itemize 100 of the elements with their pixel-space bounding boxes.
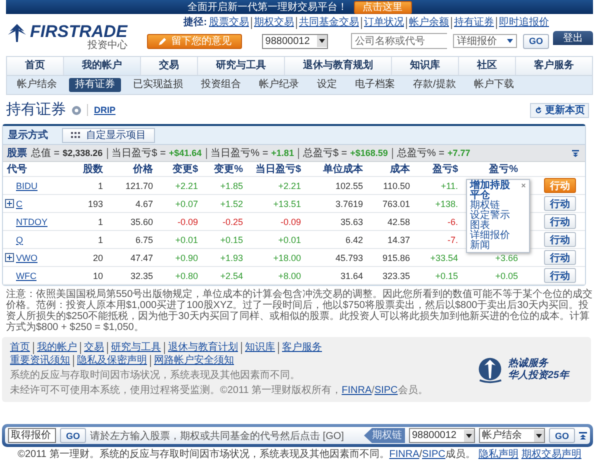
sipc-link[interactable]: SIPC [374, 385, 398, 396]
action-button[interactable]: 行动 [544, 250, 576, 265]
menu-item[interactable]: 新闻 [470, 241, 526, 251]
shortcut-link[interactable]: 订单状况 [361, 17, 404, 29]
badge-text: 热诚服务 [508, 358, 550, 370]
view-select[interactable]: 帐户结余 [478, 428, 545, 443]
expand-icon[interactable] [5, 253, 14, 262]
member-text: 成员。 [445, 449, 476, 460]
sub-nav-tab[interactable]: 帐户纪录 [253, 78, 305, 92]
footer-link[interactable]: 退休与教育计划 [164, 342, 238, 354]
menu-item[interactable]: 期权链 [470, 201, 526, 211]
menu-item[interactable]: 平仓 [470, 191, 526, 201]
symbol-link[interactable]: WFC [16, 270, 36, 280]
table-cell-text: 102.55 [334, 180, 363, 190]
account-select[interactable]: 98800012 [262, 34, 328, 48]
sub-nav-tab[interactable]: 电子档案 [349, 78, 401, 92]
legal-link[interactable]: 期权交易声明 [521, 449, 582, 460]
refresh-button[interactable]: 更新本页 [530, 102, 589, 118]
banner-text: 全面开启新一代第一理财交易平台！ [188, 0, 348, 14]
sub-nav-tab[interactable]: 已实现益损 [127, 78, 189, 92]
quote-type-select[interactable]: 详细报价 [452, 34, 517, 48]
symbol-link[interactable]: Q [16, 234, 24, 244]
customize-columns-button[interactable]: 自定显示项目 [62, 128, 155, 142]
collapse-icon[interactable] [572, 150, 579, 156]
column-header: 价格 [132, 162, 153, 176]
footer-link[interactable]: 首页 [10, 342, 30, 354]
footer-link[interactable]: 隐私及保密声明 [73, 355, 147, 367]
table-cell-text: -7. [446, 234, 458, 244]
table-cell-text: +1.52 [219, 198, 243, 208]
go-button[interactable]: GO [548, 428, 575, 443]
expand-up-icon[interactable] [579, 432, 587, 440]
account-select[interactable]: 98800012 [408, 428, 475, 443]
go-button[interactable]: GO [522, 34, 549, 48]
table-cell-text: 3.7619 [334, 198, 363, 208]
action-button[interactable]: 行动 [544, 214, 576, 229]
table-cell-text: 10 [92, 270, 103, 280]
symbol-link[interactable]: C [16, 198, 22, 208]
menu-item[interactable]: 增加持股 [470, 181, 526, 191]
quote-search-field[interactable]: 公司名称或代号 [350, 33, 447, 49]
menu-item[interactable]: 设定警示 [470, 211, 526, 221]
symbol-link[interactable]: BIDU [16, 180, 38, 190]
finra-link[interactable]: FINRA [342, 385, 372, 396]
menu-item[interactable]: 图表 [470, 221, 526, 231]
table-cell-text: +11. [440, 180, 458, 190]
table-cell-text: -0.09 [279, 216, 301, 226]
table-cell-text: 915.86 [381, 252, 410, 262]
table-cell-text: +18.00 [272, 252, 301, 262]
column-header: 变更$ [171, 162, 198, 176]
footer-link[interactable]: 交易 [80, 342, 104, 354]
expand-icon[interactable] [5, 199, 14, 208]
dropdown-caret-icon [534, 430, 544, 442]
table-cell-text: 47.47 [129, 252, 153, 262]
table-cell-text: +2.21 [277, 180, 301, 190]
table-cell-text: -0.09 [176, 216, 198, 226]
menu-item[interactable]: 详细报价 [470, 231, 526, 241]
shortcut-link[interactable]: 帐户余额 [406, 17, 449, 29]
grid-icon [71, 132, 80, 138]
column-header: 盈亏$ [431, 162, 458, 176]
sub-nav-tab[interactable]: 帐户下载 [468, 78, 520, 92]
display-mode-label: 显示方式 [8, 128, 48, 142]
sub-nav-tab[interactable]: 存款/提款 [407, 78, 462, 92]
quote-input-field[interactable]: 取得报价 [8, 428, 56, 443]
action-button[interactable]: 行动 [544, 268, 576, 283]
table-cell-text: 32.35 [129, 270, 153, 280]
footer-link[interactable]: 我的帐户 [33, 342, 77, 354]
sub-nav-tab[interactable]: 投资组合 [195, 78, 247, 92]
action-button[interactable]: 行动 [544, 196, 576, 211]
action-button[interactable]: 行动 [544, 232, 576, 247]
logout-button[interactable]: 登出 [553, 31, 593, 45]
finra-link[interactable]: FINRA [389, 449, 420, 460]
nav-tab[interactable]: 我的帐户 [64, 57, 141, 75]
sub-nav-tab[interactable]: 设定 [311, 78, 343, 92]
symbol-link[interactable]: VWO [16, 252, 38, 262]
footer-link[interactable]: 研究与工具 [107, 342, 161, 354]
sipc-link[interactable]: SIPC [422, 449, 446, 460]
shortcut-link[interactable]: 共同基金交易 [296, 17, 359, 29]
table-cell-text: +2.21 [174, 180, 198, 190]
legal-link[interactable]: 隐私声明 [478, 449, 518, 460]
go-button[interactable]: GO [60, 428, 86, 443]
dropdown-caret-icon [317, 35, 328, 47]
nav-tab[interactable]: 客户服务 [516, 57, 592, 75]
footer-link[interactable]: 重要资讯须知 [10, 355, 70, 367]
drip-link[interactable]: DRIP [94, 105, 116, 115]
sub-nav-tab[interactable]: 帐户结余 [11, 78, 63, 92]
footer-link[interactable]: 知识库 [241, 342, 275, 354]
sub-nav-tab[interactable]: 持有证券 [69, 78, 121, 92]
help-icon[interactable] [72, 106, 81, 114]
shortcut-link[interactable]: 股票交易 [209, 17, 249, 29]
option-chain-label: 期权链 [364, 428, 405, 443]
shortcut-link[interactable]: 持有证券 [451, 17, 494, 29]
close-icon[interactable] [521, 183, 526, 188]
shortcut-link[interactable]: 即时追报价 [496, 17, 549, 29]
summary-label: 总盈亏$ = [302, 148, 348, 158]
symbol-link[interactable]: NTDOY [16, 216, 48, 226]
shortcut-link[interactable]: 期权交易 [251, 17, 294, 29]
table-cell-text: 1 [96, 234, 103, 244]
footer-link[interactable]: 网路帐户安全须知 [150, 355, 234, 367]
table-cell-text: 45.793 [334, 252, 363, 262]
dropdown-caret-icon [464, 430, 474, 442]
footer-link[interactable]: 客户服务 [278, 342, 322, 354]
